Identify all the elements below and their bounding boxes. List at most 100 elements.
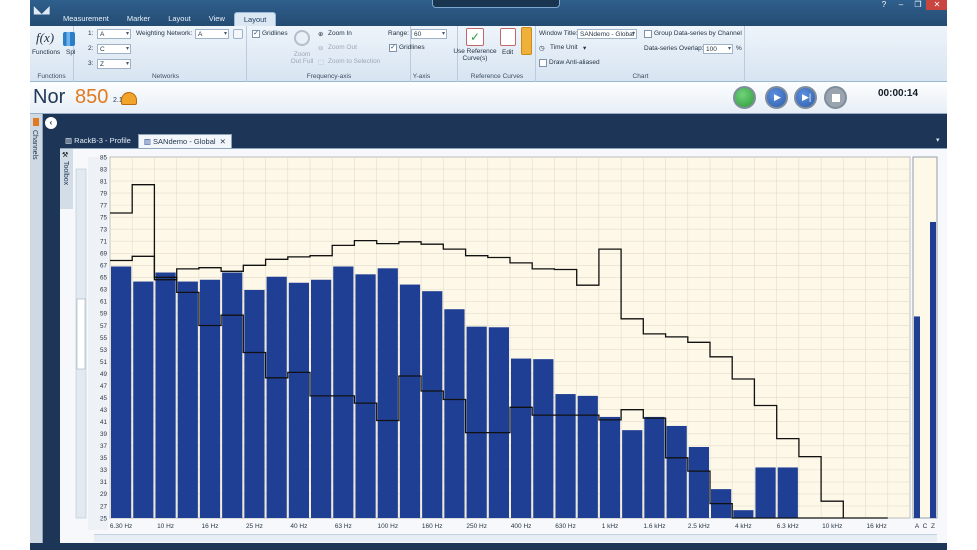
menu-layout-active[interactable]: Layout <box>233 12 277 26</box>
y-tick-label: 61 <box>100 299 108 306</box>
step-button[interactable]: ▶| <box>794 86 817 109</box>
freq-gridlines-checkbox[interactable]: ✓ <box>252 30 260 38</box>
reference-curve-color-swatch[interactable] <box>521 27 532 55</box>
bar-23 <box>622 430 643 518</box>
x-tick-label: 400 Hz <box>511 523 532 530</box>
tab-rackb-profile[interactable]: ▥ RackB-3 - Profile <box>60 134 136 148</box>
network-1-select[interactable]: A <box>97 29 131 39</box>
brand-name: Nor <box>33 86 66 108</box>
group-by-channel-checkbox[interactable] <box>644 30 652 38</box>
tab-list-chevron-down-icon[interactable]: ▾ <box>936 136 940 144</box>
ribbon: f(x) Functions Spl Functions 1: A 2: C 3… <box>30 26 947 82</box>
functions-button[interactable]: Functions <box>32 49 60 56</box>
close-tab-icon[interactable]: ✕ <box>220 137 226 146</box>
zoom-out-button[interactable]: Zoom Out <box>328 44 357 51</box>
product-header: Nor 850 2.1 ▶ ▶| 00:00:14 <box>30 82 947 114</box>
maximize-icon[interactable]: ❐ <box>910 0 926 10</box>
overlap-label: Data-series Overlap: <box>644 45 704 52</box>
chart-panel: ⚒ Toolbox 25 27 29 31 33 35 37 39 41 43 45 47 49 51 53… <box>60 148 947 543</box>
bar-20 <box>555 394 576 518</box>
time-unit-button[interactable]: Time Unit <box>550 44 578 51</box>
stop-icon <box>832 94 840 102</box>
spl-button[interactable]: Spl <box>66 49 75 56</box>
menu-measurement[interactable]: Measurement <box>54 12 118 26</box>
level-tick-label: C <box>923 523 928 530</box>
y-tick-label: 41 <box>100 419 108 426</box>
minimize-icon[interactable]: – <box>893 0 909 10</box>
y-gridlines-checkbox[interactable]: ✓ <box>389 44 397 52</box>
bar-1 <box>133 281 154 518</box>
close-icon[interactable]: ✕ <box>926 0 947 10</box>
draw-anti-aliased-label: Draw Anti-aliased <box>549 59 600 66</box>
time-unit-icon[interactable]: ◷ <box>539 44 545 52</box>
level-bar-Z <box>930 221 936 518</box>
help-icon[interactable]: ? <box>876 0 892 10</box>
x-tick-label: 6.3 kHz <box>777 523 799 530</box>
zoom-in-button[interactable]: Zoom In <box>328 30 352 37</box>
y-tick-label: 83 <box>100 166 108 173</box>
y-tick-label: 55 <box>100 335 108 342</box>
y-range-select[interactable]: 60 <box>411 29 447 39</box>
bar-6 <box>244 289 265 518</box>
chevron-left-icon: ‹ <box>49 118 53 127</box>
title-bar: ◣◢ Measurement Marker Layout View Layout… <box>30 0 947 26</box>
network-2-select[interactable]: C <box>97 44 131 54</box>
stop-button[interactable] <box>824 86 847 109</box>
document-tabs: ▥ RackB-3 - Profile ▥ SANdemo - Global ✕ <box>60 134 234 148</box>
menu-view[interactable]: View <box>200 12 234 26</box>
zoom-out-icon[interactable]: ⊖ <box>318 44 323 52</box>
zoom-to-selection-button[interactable]: Zoom to Selection <box>328 58 380 65</box>
y-tick-label: 57 <box>100 323 108 330</box>
play-button[interactable]: ▶ <box>765 86 788 109</box>
bar-22 <box>599 416 621 518</box>
y-tick-label: 25 <box>100 515 108 522</box>
edit-reference-curve-icon[interactable] <box>500 28 516 46</box>
level-bar-A <box>914 316 920 518</box>
bar-11 <box>355 274 376 518</box>
channels-panel-tab[interactable]: Channels <box>30 114 43 550</box>
y-tick-label: 43 <box>100 407 108 414</box>
play-icon: ▶ <box>774 92 781 102</box>
use-reference-curve-button[interactable]: Use Reference Curve(s) <box>453 48 497 62</box>
window-title-input[interactable]: SANdemo - Global <box>577 29 637 39</box>
fx-icon[interactable]: f(x) <box>36 30 54 46</box>
bar-2 <box>155 272 176 518</box>
edit-reference-curve-button[interactable]: Edit <box>502 49 513 56</box>
record-button[interactable] <box>733 86 756 109</box>
channels-icon <box>33 118 39 126</box>
draw-anti-aliased-checkbox[interactable] <box>539 59 547 67</box>
weighting-network-select[interactable]: A <box>195 29 229 39</box>
zoom-in-icon[interactable]: ⊕ <box>318 30 323 38</box>
x-tick-label: 100 Hz <box>377 523 398 530</box>
tab-label: RackB-3 - Profile <box>74 136 131 145</box>
spectrum-chart[interactable]: 25 27 29 31 33 35 37 39 41 43 45 47 49 51 53 55 57 59 61 63… <box>60 149 947 544</box>
zoom-out-full-icon[interactable] <box>294 30 310 46</box>
y-tick-label: 63 <box>100 287 108 294</box>
overlap-input[interactable]: 100 <box>703 44 733 54</box>
y-tick-label: 31 <box>100 479 108 486</box>
y-tick-label: 85 <box>100 154 108 161</box>
weighting-network-label: Weighting Network: <box>136 30 193 37</box>
y-tick-label: 51 <box>100 359 108 366</box>
bar-3 <box>177 281 198 518</box>
menu-marker[interactable]: Marker <box>118 12 159 26</box>
zoom-out-full-button[interactable]: Zoom Out Full <box>290 51 314 65</box>
y-tick-label: 73 <box>100 227 108 234</box>
time-unit-chevron-down-icon[interactable]: ▾ <box>583 44 586 52</box>
menu-layout[interactable]: Layout <box>159 12 200 26</box>
y-range-label: Range: <box>388 30 409 37</box>
group-label-chart: Chart <box>632 73 649 80</box>
y-tick-label: 71 <box>100 239 108 246</box>
collapse-panel-button[interactable]: ‹ <box>45 117 57 129</box>
network-3-select[interactable]: Z <box>97 59 131 69</box>
spl-icon[interactable] <box>63 32 75 46</box>
network-chart-icon[interactable] <box>233 29 243 39</box>
x-tick-label: 6.30 Hz <box>110 523 132 530</box>
tab-sandemo-global[interactable]: ▥ SANdemo - Global ✕ <box>137 134 232 148</box>
level-tick-label: Z <box>931 523 935 530</box>
horizontal-scrollbar[interactable] <box>94 534 937 542</box>
zoom-selection-icon[interactable]: ⬚ <box>318 58 324 66</box>
group-label-reference-curves: Reference Curves <box>470 73 524 80</box>
use-reference-curve-icon[interactable]: ✓ <box>466 28 484 46</box>
x-tick-label: 160 Hz <box>422 523 443 530</box>
